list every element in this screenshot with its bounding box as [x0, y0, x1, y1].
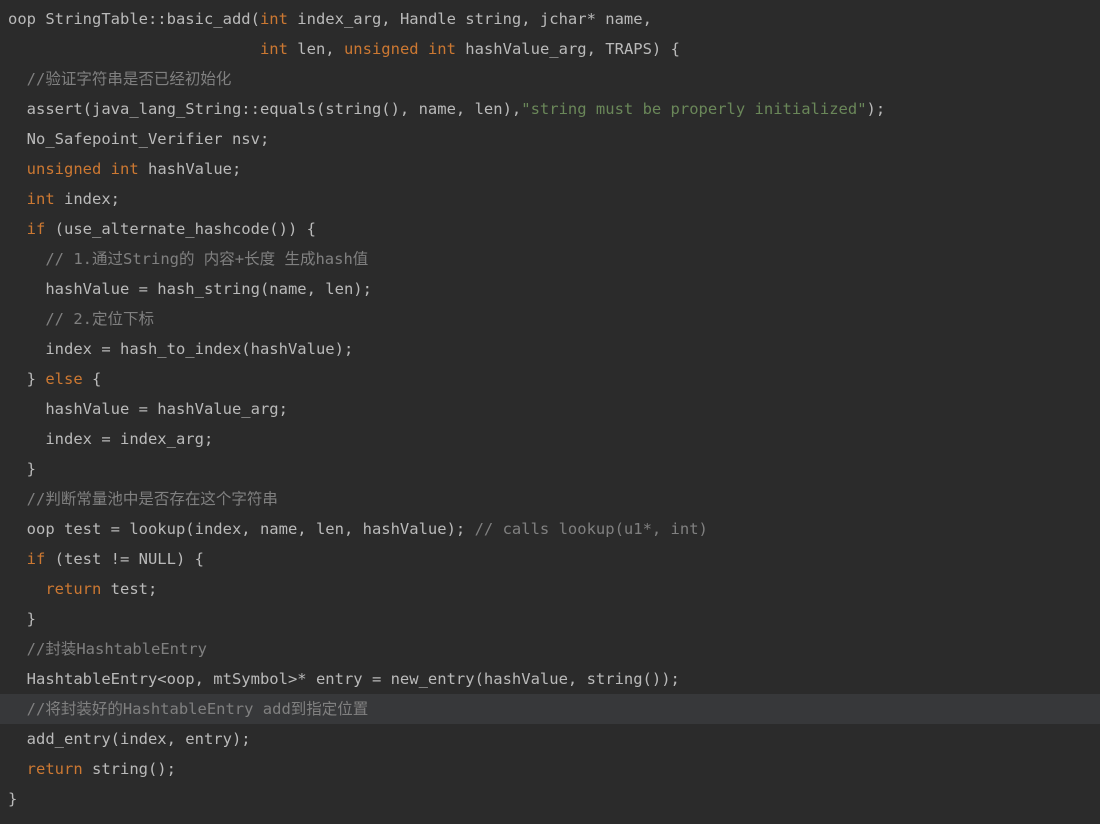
code-line: HashtableEntry<oop, mtSymbol>* entry = n…: [0, 664, 1100, 694]
code-line: hashValue = hash_string(name, len);: [0, 274, 1100, 304]
code-line: int len, unsigned int hashValue_arg, TRA…: [0, 34, 1100, 64]
code-line: //判断常量池中是否存在这个字符串: [0, 484, 1100, 514]
code-line: oop test = lookup(index, name, len, hash…: [0, 514, 1100, 544]
code-line: // 1.通过String的 内容+长度 生成hash值: [0, 244, 1100, 274]
code-line-highlighted: //将封装好的HashtableEntry add到指定位置: [0, 694, 1100, 724]
code-line: } else {: [0, 364, 1100, 394]
code-line: oop StringTable::basic_add(int index_arg…: [0, 4, 1100, 34]
code-line: assert(java_lang_String::equals(string()…: [0, 94, 1100, 124]
code-line: hashValue = hashValue_arg;: [0, 394, 1100, 424]
code-line: No_Safepoint_Verifier nsv;: [0, 124, 1100, 154]
code-line: index = hash_to_index(hashValue);: [0, 334, 1100, 364]
code-editor[interactable]: oop StringTable::basic_add(int index_arg…: [0, 0, 1100, 814]
code-line: if (test != NULL) {: [0, 544, 1100, 574]
code-line: unsigned int hashValue;: [0, 154, 1100, 184]
code-line: //验证字符串是否已经初始化: [0, 64, 1100, 94]
code-line: }: [0, 604, 1100, 634]
code-line: int index;: [0, 184, 1100, 214]
code-line: if (use_alternate_hashcode()) {: [0, 214, 1100, 244]
code-line: return test;: [0, 574, 1100, 604]
code-line: index = index_arg;: [0, 424, 1100, 454]
code-line: //封装HashtableEntry: [0, 634, 1100, 664]
code-line: add_entry(index, entry);: [0, 724, 1100, 754]
code-line: }: [0, 454, 1100, 484]
code-line: return string();: [0, 754, 1100, 784]
code-line: }: [0, 784, 1100, 814]
code-line: // 2.定位下标: [0, 304, 1100, 334]
